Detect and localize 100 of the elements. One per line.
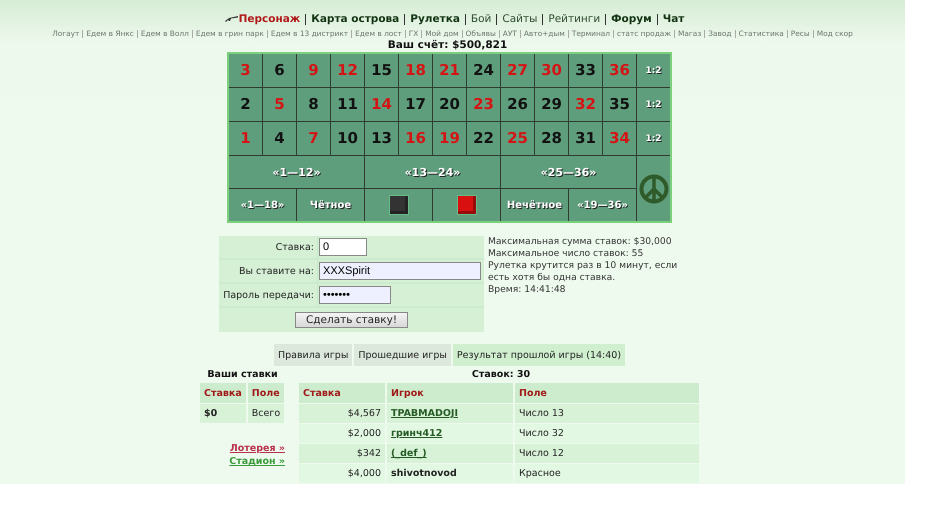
number-text: 16 — [405, 130, 426, 147]
number-cell[interactable]: 31 — [569, 122, 602, 155]
number-cell[interactable]: 22 — [467, 122, 500, 155]
field-label: Пароль передачи: — [223, 290, 314, 300]
dozen-bet-cell[interactable]: «13—24» — [365, 156, 500, 188]
column-bet-cell[interactable]: 1:2 — [637, 122, 670, 155]
number-text: 15 — [371, 62, 392, 79]
number-cell[interactable]: 35 — [603, 88, 636, 121]
rifle-icon — [224, 15, 238, 23]
nav-link[interactable]: Сайты — [496, 14, 538, 24]
number-text: 22 — [473, 130, 494, 147]
place-bet-button[interactable]: Сделать ставку! — [294, 312, 408, 328]
number-cell[interactable]: 24 — [467, 54, 500, 87]
player-name: shivotnovod — [391, 468, 457, 479]
player-link[interactable]: (_def_) — [391, 448, 427, 459]
table-cell: $0 — [200, 403, 246, 423]
number-text: 35 — [609, 96, 630, 113]
outside-bet-cell[interactable]: Нечётное — [501, 189, 568, 221]
nav-link[interactable]: Персонаж — [238, 13, 300, 25]
number-cell[interactable]: 28 — [535, 122, 568, 155]
table-cell: $4,567 — [299, 403, 385, 423]
number-text: 21 — [439, 62, 460, 79]
number-cell[interactable]: 11 — [331, 88, 364, 121]
number-text: 24 — [473, 62, 494, 79]
number-cell[interactable]: 13 — [365, 122, 398, 155]
input-field[interactable]: ••••••• — [319, 286, 391, 304]
number-text: 36 — [609, 62, 630, 79]
outside-bet-cell[interactable]: «1—18» — [229, 189, 296, 221]
number-text: 29 — [541, 96, 562, 113]
nav-link[interactable]: Рулетка — [404, 14, 460, 24]
number-text: 7 — [308, 130, 319, 147]
table-title: Ставок: 30 — [470, 369, 532, 382]
column-header: Поле — [248, 383, 284, 403]
number-cell[interactable]: 4 — [263, 122, 296, 155]
table-title: Ваши ставки — [206, 369, 279, 382]
field-label: Вы ставите на: — [238, 266, 314, 276]
number-text: 26 — [507, 96, 528, 113]
outside-bet-cell[interactable]: «19—36» — [569, 189, 636, 221]
number-cell[interactable]: 15 — [365, 54, 398, 87]
number-text: 28 — [541, 130, 562, 147]
number-cell[interactable]: 20 — [433, 88, 466, 121]
table-cell: $4,000 — [299, 463, 385, 483]
nav-link[interactable]: Бой — [464, 14, 492, 24]
outside-bet-cell[interactable]: Чётное — [297, 189, 364, 221]
number-text: 5 — [274, 96, 285, 113]
number-text: 33 — [575, 62, 596, 79]
number-cell[interactable]: 33 — [569, 54, 602, 87]
number-text: 4 — [274, 130, 285, 147]
number-cell[interactable]: 8 — [297, 88, 330, 121]
number-text: 11 — [337, 96, 358, 113]
column-header: Игрок — [387, 383, 513, 403]
nav-link[interactable]: Карта острова — [305, 14, 400, 24]
number-text: 9 — [308, 62, 319, 79]
column-bet-cell[interactable]: 1:2 — [637, 54, 670, 87]
number-cell[interactable]: 2 — [229, 88, 262, 121]
number-cell[interactable]: 29 — [535, 88, 568, 121]
info-text: Максимальная сумма ставок: $30,000 — [488, 236, 673, 248]
number-cell[interactable]: 17 — [399, 88, 432, 121]
balance-text: Ваш счёт: $500,821 — [388, 39, 508, 51]
nav-link[interactable]: Форум — [605, 14, 652, 24]
table-cell: Красное — [515, 463, 699, 483]
number-text: 1 — [240, 130, 251, 147]
table-cell: $342 — [299, 443, 385, 463]
number-text: 10 — [337, 130, 358, 147]
number-text: 18 — [405, 62, 426, 79]
number-cell[interactable]: 10 — [331, 122, 364, 155]
number-text: 25 — [507, 130, 528, 147]
color-bet-cell[interactable] — [433, 189, 500, 221]
number-text: 31 — [575, 130, 596, 147]
number-text: 23 — [473, 96, 494, 113]
tab[interactable]: Результат прошлой игры (14:40) — [452, 344, 626, 366]
info-text: Время: 14:41:48 — [488, 284, 567, 296]
number-cell[interactable]: 6 — [263, 54, 296, 87]
side-link[interactable]: Лотерея » — [230, 442, 285, 455]
number-text: 3 — [240, 62, 251, 79]
number-text: 30 — [541, 62, 562, 79]
number-text: 17 — [405, 96, 426, 113]
number-text: 2 — [240, 96, 251, 113]
tab[interactable]: Правила игры — [274, 344, 352, 366]
side-link[interactable]: Стадион » — [229, 455, 285, 468]
column-bet-cell[interactable]: 1:2 — [637, 88, 670, 121]
table-cell: Число 32 — [515, 423, 699, 443]
input-field[interactable]: 0 — [319, 238, 367, 256]
input-field[interactable]: XXXSpirit — [319, 262, 481, 280]
number-cell[interactable]: 26 — [501, 88, 534, 121]
number-text: 32 — [575, 96, 596, 113]
number-text: 6 — [274, 62, 285, 79]
number-text: 27 — [507, 62, 528, 79]
color-bet-cell[interactable] — [365, 189, 432, 221]
nav-link[interactable]: Рейтинги — [542, 14, 600, 24]
tab[interactable]: Прошедшие игры — [354, 344, 451, 366]
nav-link[interactable]: Чат — [656, 14, 684, 24]
dozen-bet-cell[interactable]: «25—36» — [501, 156, 636, 188]
column-header: Поле — [515, 383, 699, 403]
column-header: Ставка — [299, 383, 385, 403]
table-cell: Всего — [248, 403, 284, 423]
column-header: Ставка — [200, 383, 246, 403]
info-text: Рулетка крутится раз в 10 минут, если есть хотя бы одна ставка. — [488, 260, 678, 284]
dozen-bet-cell[interactable]: «1—12» — [229, 156, 364, 188]
number-text: 12 — [337, 62, 358, 79]
